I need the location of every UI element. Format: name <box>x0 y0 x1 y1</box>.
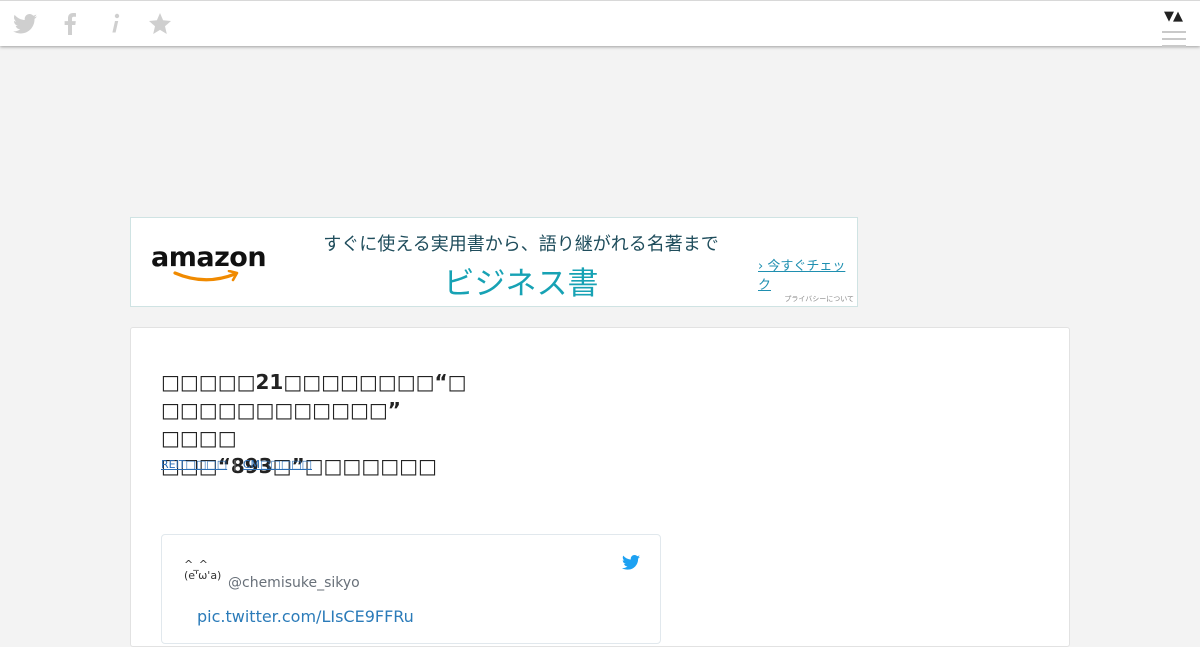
amazon-logo-text: amazon <box>151 242 267 273</box>
tag-separator: | <box>233 458 237 471</box>
tag-link[interactable]: REIT□□□□ <box>161 458 227 471</box>
article-tags: REIT□□□□ | CM□□□□□ <box>161 458 312 471</box>
ad-privacy-link[interactable]: プライバシーについて <box>784 294 854 304</box>
top-bar: ▼▲ <box>0 0 1200 47</box>
facebook-icon[interactable] <box>57 11 83 37</box>
article-card: □□□□□21□□□□□□□□“□ □□□□□□□□□□□□” □□□□ □□□… <box>130 327 1070 647</box>
twitter-bird-icon[interactable] <box>622 555 640 574</box>
star-icon[interactable] <box>147 11 173 37</box>
avatar[interactable]: ^_^ (e'ω'a) <box>184 559 221 581</box>
twitter-icon[interactable] <box>12 11 38 37</box>
ad-headline: ビジネス書 <box>443 266 599 302</box>
info-icon[interactable] <box>102 11 128 37</box>
menu-icon[interactable] <box>1162 31 1186 52</box>
amazon-logo: amazon <box>151 242 267 282</box>
amazon-ad-banner[interactable]: amazon すぐに使える実用書から、語り継がれる名著まで ビジネス書 › 今す… <box>130 217 858 307</box>
amazon-smile-icon <box>173 270 239 282</box>
tweet-media-link[interactable]: pic.twitter.com/LIsCE9FFRu <box>197 607 414 626</box>
ad-check-now-link[interactable]: › 今すぐチェック <box>758 255 857 293</box>
tag-link[interactable]: CM□□□□□ <box>243 458 312 471</box>
embedded-tweet[interactable]: ^_^ (e'ω'a) @chemisuke_sikyo pic.twitter… <box>161 534 661 644</box>
tweet-handle[interactable]: @chemisuke_sikyo <box>228 575 360 591</box>
collapse-toggle[interactable]: ▼▲ <box>1164 9 1183 24</box>
ad-tagline: すぐに使える実用書から、語り継がれる名著まで <box>323 234 719 255</box>
